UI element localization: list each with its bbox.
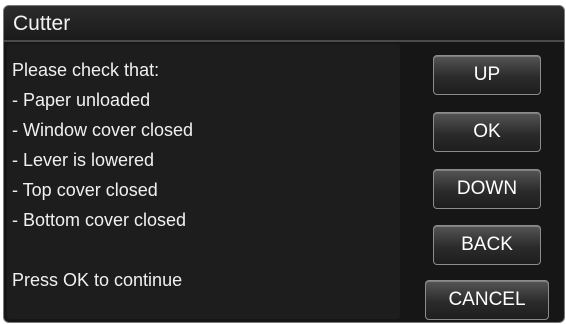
printer-screen: Cutter Please check that: - Paper unload…: [0, 0, 566, 324]
cancel-button[interactable]: CANCEL: [425, 280, 549, 320]
down-button[interactable]: DOWN: [433, 169, 541, 209]
check-intro-text: Please check that:: [12, 60, 160, 80]
up-button[interactable]: UP: [433, 55, 541, 95]
checklist-item-bottom-cover-closed: - Bottom cover closed: [12, 210, 187, 230]
window-title: Cutter: [13, 12, 71, 35]
continue-prompt-text: Press OK to continue: [12, 270, 183, 290]
back-button[interactable]: BACK: [433, 225, 541, 265]
checklist-item-window-cover-closed: - Window cover closed: [12, 120, 194, 140]
checklist-item-lever-lowered: - Lever is lowered: [12, 150, 155, 170]
message-panel: Please check that: - Paper unloaded - Wi…: [7, 44, 400, 319]
checklist-item-paper-unloaded: - Paper unloaded: [12, 90, 151, 110]
display-panel: Cutter Please check that: - Paper unload…: [3, 5, 565, 323]
ok-button[interactable]: OK: [433, 112, 541, 152]
checklist-item-top-cover-closed: - Top cover closed: [12, 180, 158, 200]
title-bar: Cutter: [4, 6, 564, 42]
